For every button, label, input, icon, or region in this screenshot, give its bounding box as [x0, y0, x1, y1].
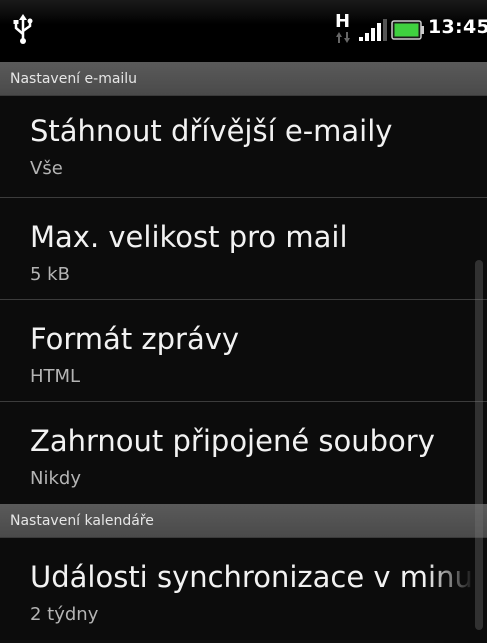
pref-title: Zahrnout připojené soubory — [30, 424, 435, 458]
pref-max-mail-size[interactable]: Max. velikost pro mail 5 kB — [0, 198, 487, 300]
pref-message-format[interactable]: Formát zprávy HTML — [0, 300, 487, 402]
pref-summary: Nikdy — [30, 468, 81, 489]
pref-download-older-emails[interactable]: Stáhnout dřívější e-maily Vše — [0, 96, 487, 198]
pref-title: Formát zprávy — [30, 322, 240, 356]
status-bar: H 13:45 — [0, 0, 487, 62]
pref-include-attachments[interactable]: Zahrnout připojené soubory Nikdy — [0, 402, 487, 504]
usb-icon — [13, 14, 33, 44]
pref-summary: HTML — [30, 366, 81, 387]
settings-screen: H 13:45 Nastavení e-mailu Stáhnout dřívě… — [0, 0, 487, 643]
h-icon: H — [335, 11, 350, 43]
pref-title: Stáhnout dřívější e-maily — [30, 114, 393, 148]
section-header-email: Nastavení e-mailu — [0, 62, 487, 96]
scrollbar[interactable] — [475, 260, 483, 630]
battery-icon — [391, 20, 424, 40]
section-header-calendar: Nastavení kalendáře — [0, 504, 487, 538]
settings-list: Nastavení e-mailu Stáhnout dřívější e-ma… — [0, 62, 487, 643]
pref-summary: Vše — [30, 158, 63, 179]
network-type-label: H — [335, 11, 350, 32]
pref-summary: 2 týdny — [30, 604, 99, 625]
pref-title: Události synchronizace v minu — [30, 560, 473, 594]
pref-calendar-sync-events[interactable]: Události synchronizace v minu 2 týdny — [0, 538, 487, 640]
pref-summary: 5 kB — [30, 264, 70, 285]
status-time: 13:45 — [428, 16, 487, 38]
signal-icon — [359, 19, 387, 41]
pref-title: Max. velikost pro mail — [30, 220, 348, 254]
